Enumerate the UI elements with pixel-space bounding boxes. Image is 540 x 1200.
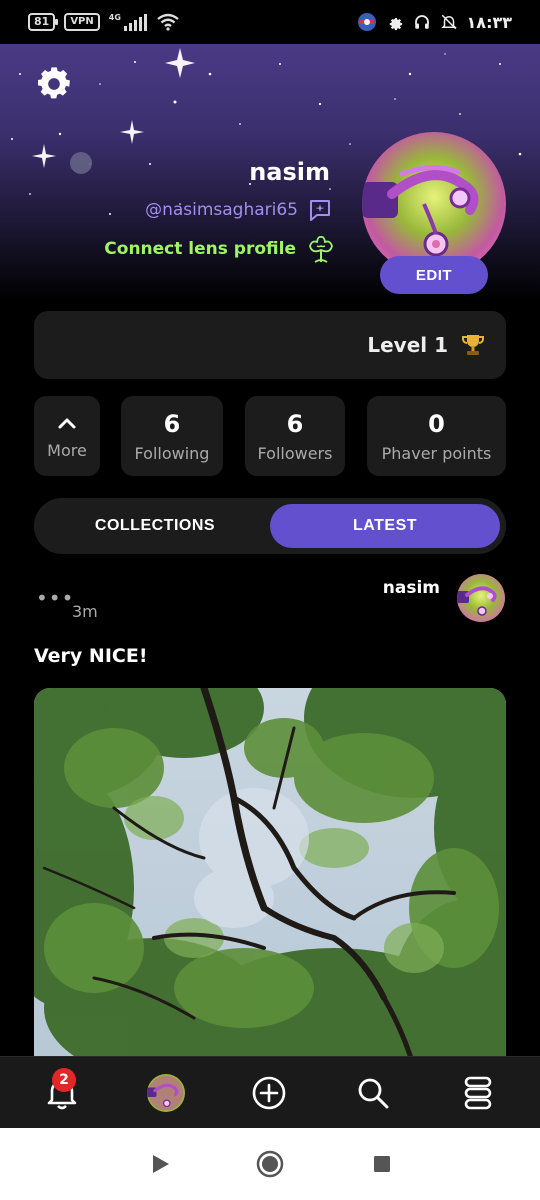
chevron-up-icon (58, 418, 76, 428)
post-author-avatar[interactable] (457, 574, 505, 622)
vpn-indicator: VPN (64, 13, 100, 31)
system-home-button[interactable] (252, 1146, 288, 1182)
bottom-nav: 2 (0, 1056, 540, 1128)
connect-lens-link[interactable]: Connect lens profile (104, 234, 336, 264)
muted-bell-icon (440, 14, 457, 30)
nav-create[interactable] (229, 1057, 309, 1129)
post-author-name[interactable]: nasim (383, 578, 440, 598)
trophy-icon (462, 335, 484, 355)
notification-badge: 2 (52, 1068, 76, 1092)
system-back-button[interactable] (142, 1146, 178, 1182)
points-label: Phaver points (381, 443, 492, 463)
add-icon (252, 1076, 286, 1110)
points-count: 0 (428, 409, 445, 438)
tab-latest[interactable]: LATEST (270, 504, 500, 548)
play-triangle-icon (153, 1155, 169, 1173)
nav-notifications[interactable]: 2 (22, 1057, 102, 1129)
more-toggle-button[interactable]: More (34, 396, 100, 476)
square-icon (374, 1156, 390, 1172)
following-label: Following (134, 443, 210, 463)
connect-lens-label: Connect lens profile (104, 239, 296, 259)
tab-collections[interactable]: COLLECTIONS (40, 504, 270, 548)
profile-tabs: COLLECTIONS LATEST (34, 498, 506, 554)
points-stat[interactable]: 0 Phaver points (367, 396, 506, 476)
following-count: 6 (163, 409, 181, 438)
feed-stack-icon (464, 1076, 492, 1110)
more-label: More (47, 440, 87, 460)
system-recents-button[interactable] (364, 1146, 400, 1182)
level-label: Level 1 (367, 333, 448, 357)
network-type: 4G (108, 13, 121, 22)
profile-handle: @nasimsaghari65 (145, 200, 298, 220)
profile-header: nasim @nasimsaghari65 Connect lens profi… (0, 44, 540, 302)
profile-username: nasim (249, 158, 330, 186)
clock: ۱۸:۳۳ (466, 12, 512, 32)
post-menu-button[interactable]: ••• (36, 586, 74, 610)
lens-plant-icon (309, 235, 333, 263)
following-stat[interactable]: 6 Following (121, 396, 223, 476)
sparkle-chat-icon[interactable] (308, 198, 332, 222)
nav-feeds[interactable] (438, 1057, 518, 1129)
cellular-signal-icon: 4G (109, 13, 147, 31)
battery-indicator: 81 (28, 13, 59, 31)
settings-gear-icon[interactable] (34, 64, 74, 104)
followers-stat[interactable]: 6 Followers (245, 396, 345, 476)
app-notification-icon (357, 13, 376, 31)
post-timestamp: 3m (72, 602, 98, 621)
followers-count: 6 (286, 409, 304, 438)
system-nav-bar (0, 1128, 540, 1200)
nav-profile[interactable] (126, 1057, 206, 1129)
home-circle-icon (256, 1150, 284, 1178)
handle-row[interactable]: @nasimsaghari65 (145, 198, 332, 222)
wifi-icon (157, 13, 179, 31)
profile-avatar[interactable] (362, 132, 506, 276)
followers-label: Followers (257, 443, 333, 463)
post-image[interactable] (34, 688, 506, 1068)
nav-profile-avatar (147, 1074, 185, 1112)
headset-icon (414, 15, 429, 29)
settings-status-icon (389, 17, 402, 31)
search-icon (358, 1078, 389, 1109)
post-body-text: Very NICE! (34, 645, 148, 667)
level-card[interactable]: Level 1 (34, 311, 506, 379)
edit-profile-button[interactable]: EDIT (380, 256, 488, 294)
nav-search[interactable] (333, 1057, 413, 1129)
status-bar: 81 VPN 4G ۱۸:۳۳ (0, 0, 540, 44)
